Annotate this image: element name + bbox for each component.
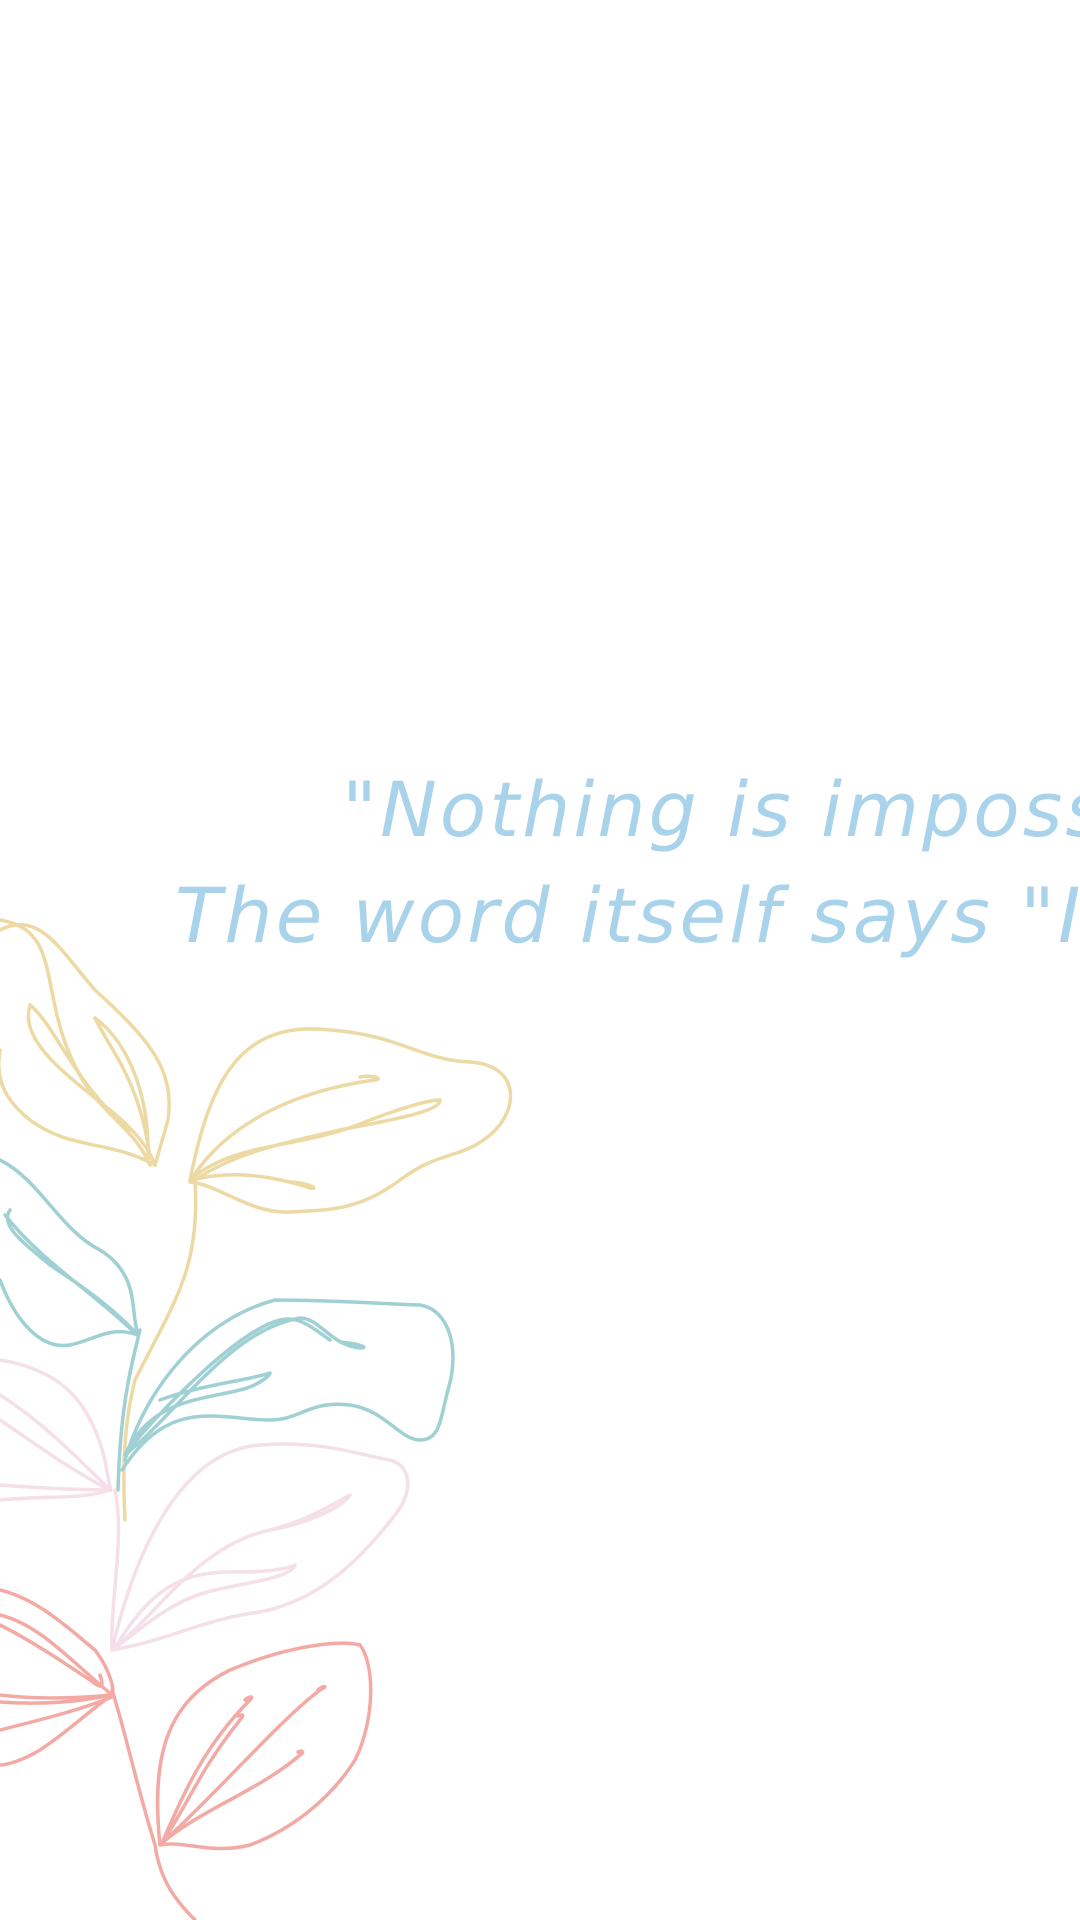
- leaf-branch-illustration: [0, 918, 513, 1920]
- pink-leaf-right-outline: [110, 1442, 410, 1652]
- yellow-leaf-right-outline: [188, 1027, 513, 1214]
- wallpaper-canvas: "Nothing is impossible. The word itself …: [0, 0, 1080, 1920]
- yellow-leaves: [0, 918, 513, 1522]
- coral-leaf-right-vein-4: [160, 1713, 245, 1845]
- teal-leaves: [0, 1158, 455, 1492]
- yellow-leaf-right-vein-2: [190, 1098, 442, 1182]
- coral-stem: [110, 1688, 197, 1920]
- pink-leaf-left-vein-3: [0, 1483, 112, 1492]
- coral-leaves: [0, 1588, 373, 1920]
- coral-leaf-left-outline: [0, 1588, 115, 1767]
- coral-leaf-left-vein-2: [0, 1623, 104, 1688]
- pink-leaf-right-vein-2: [113, 1563, 297, 1650]
- yellow-leaf-vein-b: [28, 1003, 132, 1132]
- pink-leaf-left-vein-1: [0, 1393, 112, 1492]
